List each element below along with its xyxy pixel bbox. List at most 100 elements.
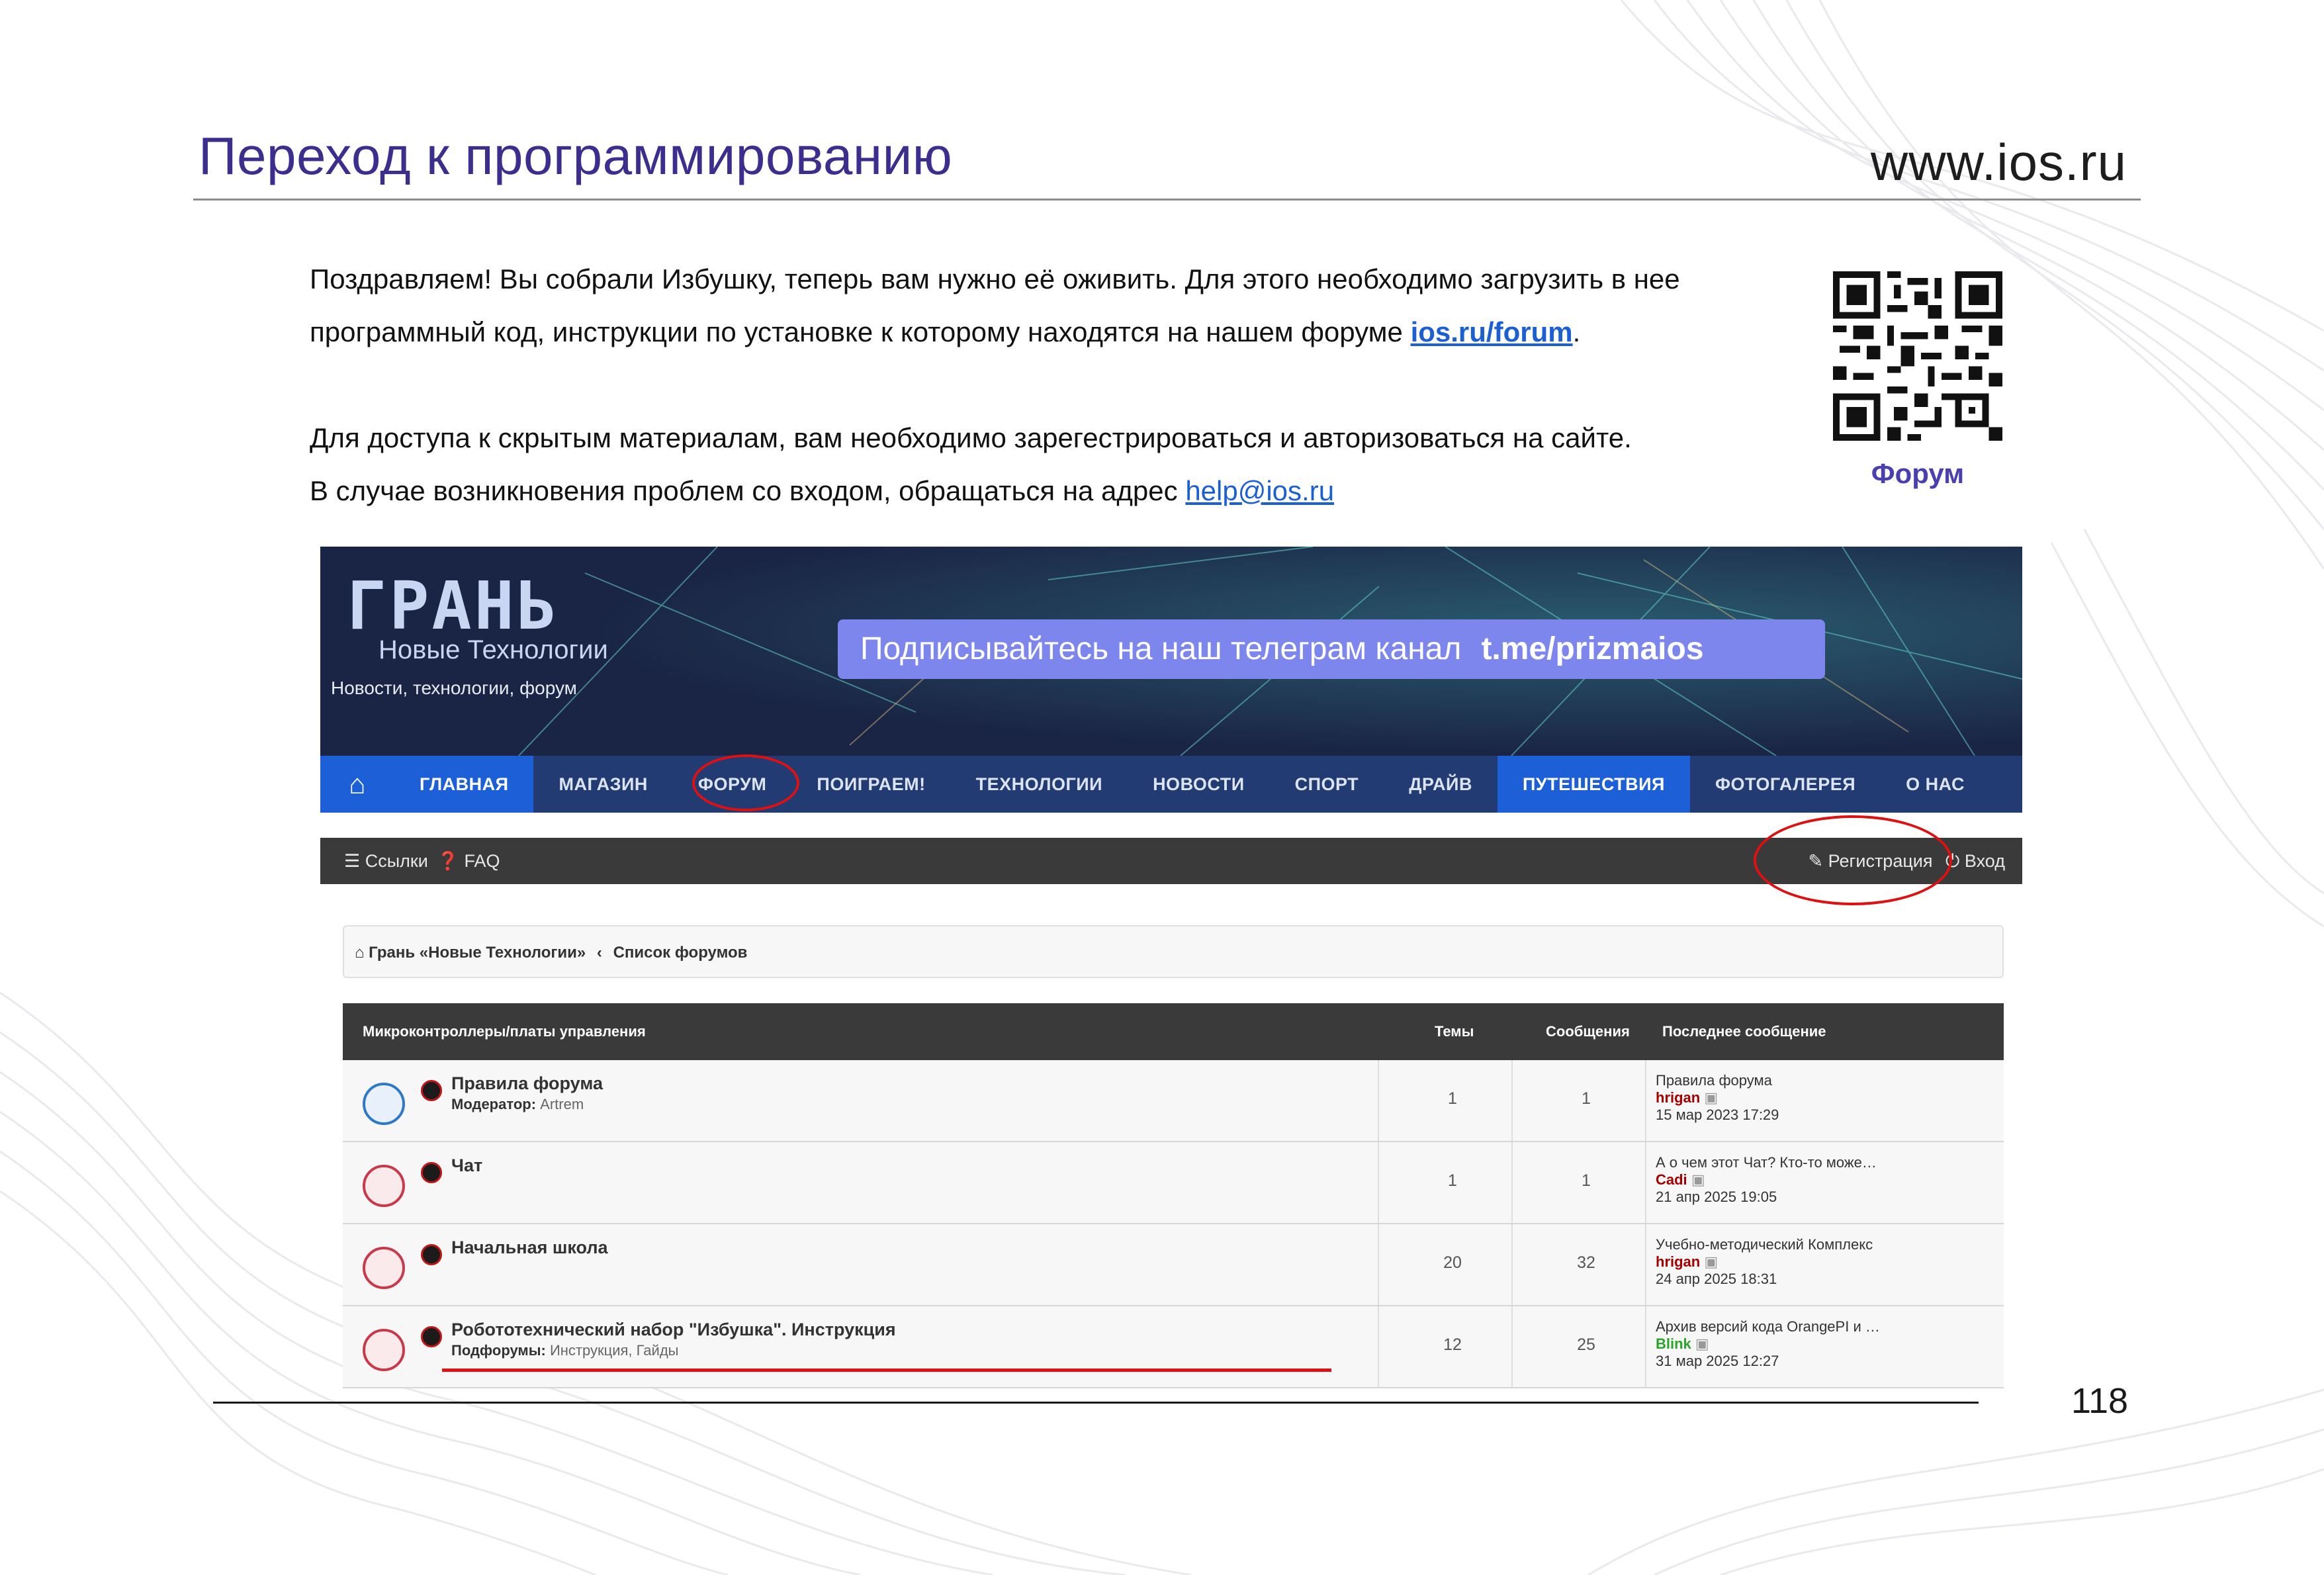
qr-label: Форум <box>1871 458 1965 489</box>
last-post: А о чем этот Чат? Кто-то може… Cadi ▣ 21… <box>1656 1154 1877 1206</box>
telegram-handle: t.me/prizmaios <box>1481 631 1704 666</box>
nav-item-travel[interactable]: ПУТЕШЕСТВИЯ <box>1497 756 1690 813</box>
last-post-user[interactable]: hrigan <box>1656 1089 1700 1106</box>
intro-line-4-text: В случае возникновения проблем со входом… <box>310 475 1186 506</box>
intro-line-3: Для доступа к скрытым материалам, вам не… <box>310 422 1632 453</box>
nav-item-play[interactable]: ПОИГРАЕМ! <box>791 756 950 813</box>
slide: Переход к программированию www.ios.ru По… <box>0 0 2324 1575</box>
forum-table: Микроконтроллеры/платы управления Темы С… <box>343 1003 2004 1388</box>
goto-post-icon[interactable]: ▣ <box>1704 1089 1718 1106</box>
telegram-text: Подписывайтесь на наш телеграм канал <box>860 631 1462 666</box>
logo-name: ГРАНЬ <box>347 567 560 645</box>
intro-line-2-text: программный код, инструкции по установке… <box>310 316 1411 347</box>
page-number: 118 <box>2071 1381 2129 1421</box>
column-divider <box>1645 1306 1646 1387</box>
last-post-date: 15 мар 2023 17:29 <box>1656 1106 1779 1123</box>
last-post-date: 21 апр 2025 19:05 <box>1656 1189 1777 1205</box>
site-url: www.ios.ru <box>1870 133 2127 191</box>
moderator-name[interactable]: Artrem <box>540 1096 584 1112</box>
links-link[interactable]: Ссылки <box>365 851 428 871</box>
login-link[interactable]: Вход <box>1965 851 2005 871</box>
forum-moderator: Модератор: Artrem <box>451 1096 584 1113</box>
last-post-title[interactable]: Правила форума <box>1656 1072 1779 1089</box>
nav-item-drive[interactable]: ДРАЙВ <box>1384 756 1497 813</box>
forum-tagline: Новости, технологии, форум <box>331 678 577 698</box>
goto-post-icon[interactable]: ▣ <box>1691 1171 1705 1188</box>
column-divider <box>1645 1142 1646 1223</box>
goto-post-icon[interactable]: ▣ <box>1695 1335 1709 1352</box>
table-row: Правила форума Модератор: Artrem 1 1 Пра… <box>343 1060 2004 1142</box>
forum-link[interactable]: ios.ru/forum <box>1411 316 1573 347</box>
footer-divider <box>213 1402 1979 1404</box>
forum-nav: ⌂ ГЛАВНАЯ МАГАЗИН ФОРУМ ПОИГРАЕМ! ТЕХНОЛ… <box>320 756 2022 813</box>
topics-header: Темы <box>1435 1023 1474 1040</box>
column-divider <box>1645 1060 1646 1141</box>
forum-title[interactable]: Робототехнический набор "Избушка". Инстр… <box>451 1320 896 1340</box>
forum-subforums-icon <box>363 1329 405 1371</box>
table-row: Чат 1 1 А о чем этот Чат? Кто-то може… C… <box>343 1142 2004 1224</box>
menu-icon[interactable]: ☰ <box>344 851 360 871</box>
forum-title[interactable]: Правила форума <box>451 1073 603 1094</box>
forum-badge-icon <box>421 1326 442 1347</box>
last-post-date: 24 апр 2025 18:31 <box>1656 1271 1777 1287</box>
forum-badge-icon <box>421 1080 442 1101</box>
posts-count: 1 <box>1582 1171 1591 1190</box>
slide-title: Переход к программированию <box>199 126 953 185</box>
forum-nav-highlight <box>692 754 799 811</box>
forum-title[interactable]: Чат <box>451 1155 482 1176</box>
table-header: Микроконтроллеры/платы управления Темы С… <box>343 1003 2004 1060</box>
home-crumb-icon[interactable]: ⌂ <box>355 944 365 962</box>
last-post-title[interactable]: Архив версий кода OrangePI и … <box>1656 1318 1880 1335</box>
forum-logo[interactable]: ГРАНЬ Новые Технологии <box>347 573 608 665</box>
topics-count: 12 <box>1443 1335 1462 1354</box>
title-divider <box>193 199 2141 201</box>
column-divider <box>1511 1306 1513 1387</box>
faq-link[interactable]: FAQ <box>464 851 500 871</box>
forum-title[interactable]: Начальная школа <box>451 1238 608 1258</box>
nav-item-news[interactable]: НОВОСТИ <box>1128 756 1270 813</box>
posts-count: 1 <box>1582 1089 1591 1108</box>
nav-item-about[interactable]: О НАС <box>1881 756 1990 813</box>
register-highlight <box>1754 815 1952 905</box>
table-row: Робототехнический набор "Избушка". Инстр… <box>343 1306 2004 1388</box>
breadcrumb-current[interactable]: Список форумов <box>613 944 748 962</box>
nav-item-shop[interactable]: МАГАЗИН <box>533 756 672 813</box>
last-post-date: 31 мар 2025 12:27 <box>1656 1353 1779 1369</box>
forum-badge-icon <box>421 1162 442 1183</box>
column-divider <box>1645 1224 1646 1305</box>
qr-code-icon <box>1833 271 2002 441</box>
help-icon: ❓ <box>437 851 459 871</box>
last-post-user[interactable]: Cadi <box>1656 1171 1687 1188</box>
column-divider <box>1378 1306 1379 1387</box>
column-divider <box>1511 1060 1513 1141</box>
forum-read-icon <box>363 1083 405 1125</box>
subforums-list[interactable]: Инструкция, Гайды <box>550 1342 679 1359</box>
nav-item-tech[interactable]: ТЕХНОЛОГИИ <box>951 756 1128 813</box>
posts-header: Сообщения <box>1546 1023 1630 1040</box>
last-post: Архив версий кода OrangePI и … Blink ▣ 3… <box>1656 1318 1880 1370</box>
home-icon[interactable]: ⌂ <box>320 756 394 813</box>
posts-count: 32 <box>1577 1253 1595 1272</box>
table-row: Начальная школа 20 32 Учебно-методически… <box>343 1224 2004 1306</box>
moderator-label: Модератор: <box>451 1096 537 1112</box>
category-header[interactable]: Микроконтроллеры/платы управления <box>363 1003 646 1060</box>
nav-item-sport[interactable]: СПОРТ <box>1270 756 1384 813</box>
telegram-banner[interactable]: Подписывайтесь на наш телеграм канал t.me… <box>838 619 1825 679</box>
subforums-label: Подфорумы: <box>451 1342 546 1359</box>
nav-item-gallery[interactable]: ФОТОГАЛЕРЕЯ <box>1690 756 1881 813</box>
column-divider <box>1511 1224 1513 1305</box>
last-post-user[interactable]: hrigan <box>1656 1253 1700 1270</box>
goto-post-icon[interactable]: ▣ <box>1704 1253 1718 1270</box>
breadcrumb-home[interactable]: Грань «Новые Технологии» <box>369 944 586 962</box>
column-divider <box>1378 1060 1379 1141</box>
nav-item-home[interactable]: ГЛАВНАЯ <box>394 756 534 813</box>
logo-subtitle: Новые Технологии <box>379 635 608 664</box>
email-link[interactable]: help@ios.ru <box>1185 475 1334 506</box>
forum-screenshot: ГРАНЬ Новые Технологии Новости, технолог… <box>320 547 2022 1388</box>
last-post-user[interactable]: Blink <box>1656 1335 1691 1352</box>
intro-line-1: Поздравляем! Вы собрали Избушку, теперь … <box>310 263 1680 294</box>
forum-badge-icon <box>421 1244 442 1265</box>
last-post-title[interactable]: Учебно-методический Комплекс <box>1656 1236 1873 1253</box>
last-post-title[interactable]: А о чем этот Чат? Кто-то може… <box>1656 1154 1877 1171</box>
last-post: Учебно-методический Комплекс hrigan ▣ 24… <box>1656 1236 1873 1288</box>
